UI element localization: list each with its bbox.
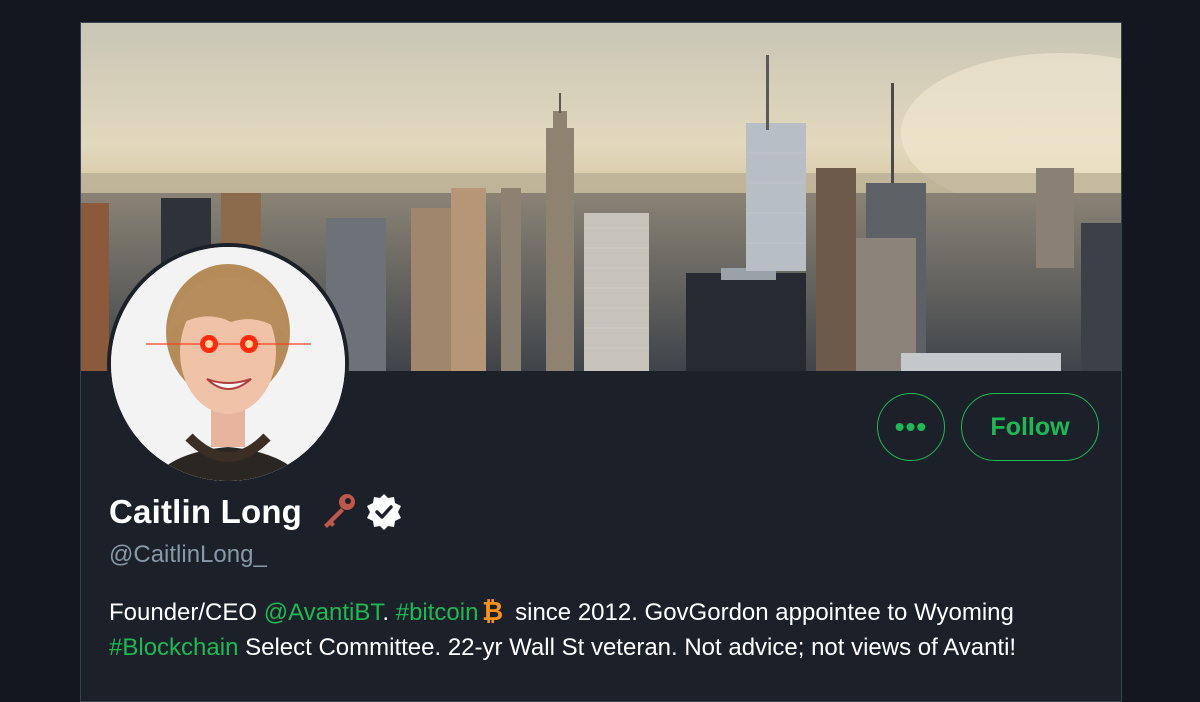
bio-text: Select Committee. 22-yr Wall St veteran.… — [238, 634, 1017, 661]
hashtag-link[interactable]: #bitcoin — [396, 599, 479, 626]
profile-avatar[interactable] — [107, 243, 349, 485]
svg-text:₿: ₿ — [482, 597, 503, 625]
profile-name-row: Caitlin Long — [109, 491, 404, 533]
verified-badge-icon — [367, 494, 402, 530]
key-icon — [324, 494, 356, 528]
profile-handle: @CaitlinLong_ — [109, 541, 267, 568]
follow-button-label: Follow — [990, 412, 1070, 441]
follow-button[interactable]: Follow — [961, 393, 1099, 461]
profile-bio: Founder/CEO @AvantiBT. #bitcoin ₿ since … — [109, 595, 1109, 665]
bio-text: since 2012. GovGordon appointee to Wyomi… — [508, 599, 1014, 626]
more-options-button[interactable]: ••• — [877, 393, 945, 461]
profile-card: ••• Follow Caitlin Long @CaitlinLong_ Fo… — [80, 22, 1122, 702]
bitcoin-icon: ₿ — [482, 597, 503, 625]
more-options-icon: ••• — [894, 411, 928, 442]
mention-link[interactable]: @AvantiBT — [264, 599, 383, 626]
profile-name: Caitlin Long — [109, 493, 303, 530]
hashtag-link[interactable]: #Blockchain — [109, 634, 238, 661]
bio-text: Founder/CEO — [109, 599, 264, 626]
bio-text: . — [382, 599, 396, 626]
